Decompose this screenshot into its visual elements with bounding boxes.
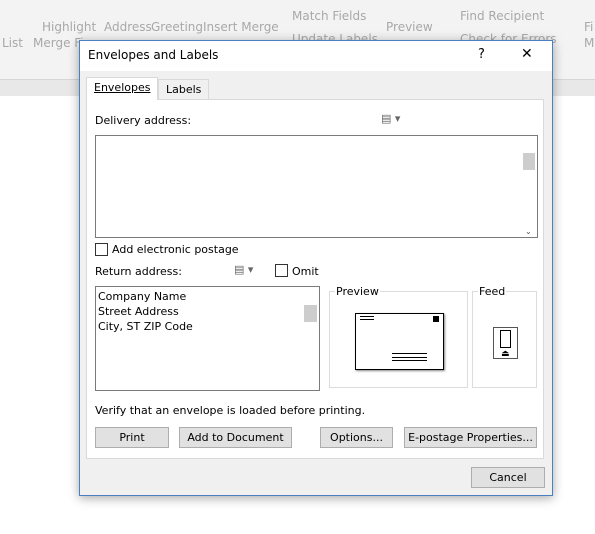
title-bar: Envelopes and Labels ? ✕ — [80, 41, 552, 71]
tab-envelopes[interactable]: Envelopes — [86, 77, 159, 100]
feed-icon: ⏏ — [493, 327, 518, 359]
dialog-title: Envelopes and Labels — [88, 48, 219, 62]
verify-message: Verify that an envelope is loaded before… — [95, 404, 366, 417]
return-address-label: Return address: — [95, 265, 182, 278]
preview-group[interactable]: Preview — [329, 285, 468, 388]
feed-group[interactable]: Feed ⏏ — [472, 285, 537, 388]
electronic-postage-label: Add electronic postage — [112, 243, 239, 256]
omit-checkbox[interactable] — [275, 264, 288, 277]
ribbon-greeting[interactable]: Greeting — [151, 20, 203, 34]
print-button[interactable]: Print — [95, 427, 169, 448]
ribbon-highlight[interactable]: Highlight — [42, 20, 96, 34]
ribbon-insert-merge[interactable]: Insert Merge — [203, 20, 279, 34]
scrollbar[interactable] — [303, 287, 319, 390]
ribbon-address[interactable]: Address — [104, 20, 152, 34]
delivery-address-label: Delivery address: — [95, 114, 192, 127]
envelopes-panel: Delivery address: ▤ ▾ ⌄ Add electronic p… — [86, 99, 544, 459]
feed-label: Feed — [478, 285, 507, 298]
delivery-address-input[interactable]: ⌄ — [95, 135, 538, 238]
ribbon-finish-2[interactable]: M — [584, 36, 594, 50]
tab-labels[interactable]: Labels — [158, 79, 210, 100]
ribbon-finish[interactable]: Fi — [584, 20, 593, 34]
scrollbar[interactable]: ⌄ — [521, 136, 537, 237]
envelopes-labels-dialog: Envelopes and Labels ? ✕ Envelopes Label… — [79, 40, 553, 496]
ribbon-list[interactable]: List — [2, 36, 23, 50]
return-line: City, ST ZIP Code — [98, 320, 193, 333]
envelope-preview-icon — [355, 313, 444, 370]
cancel-button[interactable]: Cancel — [471, 467, 545, 488]
close-button[interactable]: ✕ — [521, 46, 533, 62]
return-line: Company Name — [98, 290, 187, 303]
preview-label: Preview — [335, 285, 380, 298]
ribbon-merge-fields[interactable]: Merge Fi — [33, 36, 84, 50]
options-button[interactable]: Options... — [320, 427, 393, 448]
electronic-postage-checkbox[interactable] — [95, 243, 108, 256]
add-to-document-button[interactable]: Add to Document — [179, 427, 292, 448]
return-address-book-icon[interactable]: ▤ ▾ — [234, 263, 253, 276]
e-postage-properties-button[interactable]: E-postage Properties... — [404, 427, 537, 448]
omit-label: Omit — [292, 265, 319, 278]
help-button[interactable]: ? — [478, 47, 485, 62]
address-book-icon[interactable]: ▤ ▾ — [381, 112, 400, 125]
ribbon-match-fields[interactable]: Match Fields — [292, 9, 366, 23]
return-line: Street Address — [98, 305, 179, 318]
ribbon-preview[interactable]: Preview — [386, 20, 433, 34]
ribbon-find-recipient[interactable]: Find Recipient — [460, 9, 544, 23]
return-address-input[interactable]: Company Name Street Address City, ST ZIP… — [95, 286, 320, 391]
